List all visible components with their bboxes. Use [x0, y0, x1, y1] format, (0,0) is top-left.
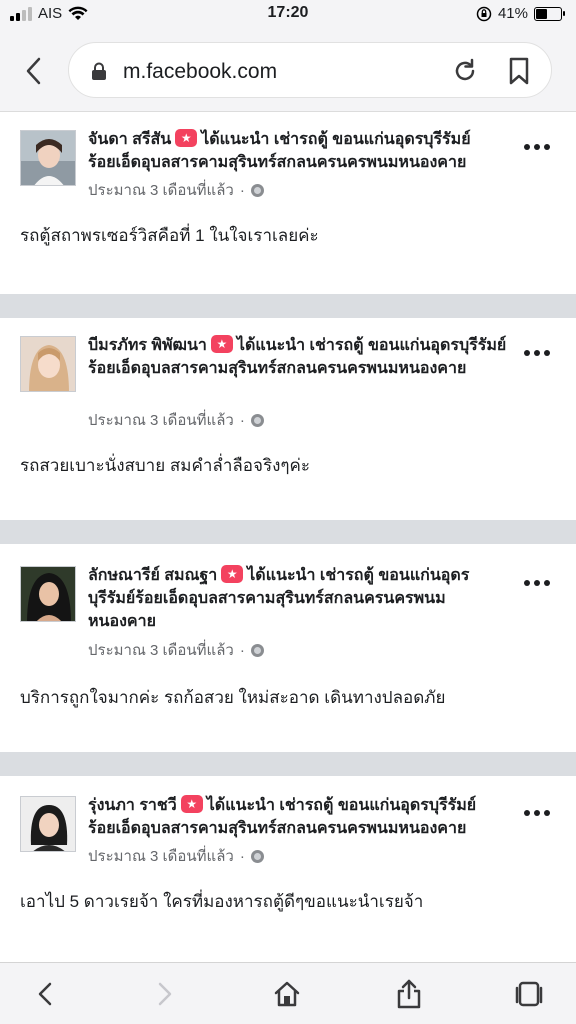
- back-arrow-icon[interactable]: [28, 977, 62, 1011]
- status-bar: AIS 17:20 41%: [0, 0, 576, 30]
- post-body: รถตู้สถาพรเซอร์วิสคือที่ 1 ในใจเราเลยค่ะ: [20, 226, 319, 245]
- post-card: รุ่งนภา ราชวีได้แนะนำ เช่ารถตู้ ขอนแก่นอ…: [0, 776, 576, 962]
- back-chevron-icon[interactable]: [18, 54, 48, 88]
- url-text[interactable]: m.facebook.com: [123, 60, 277, 84]
- post-time[interactable]: ประมาณ 3 เดือนที่แล้ว: [88, 638, 234, 662]
- more-options-icon[interactable]: [524, 580, 550, 586]
- reload-icon[interactable]: [451, 57, 479, 85]
- recommend-icon: [210, 335, 233, 353]
- post-card: ลักษณารีย์ สมณฐาได้แนะนำ เช่ารถตู้ ขอนแก…: [0, 544, 576, 752]
- author-name[interactable]: บีมรภัทร พิพัฒนา: [88, 337, 207, 354]
- post-body: เอาไป 5 ดาวเรยจ้า ใครที่มองหารถตู้ดีๆขอแ…: [20, 892, 424, 911]
- post-time[interactable]: ประมาณ 3 เดือนที่แล้ว: [88, 178, 234, 202]
- post-card: บีมรภัทร พิพัฒนาได้แนะนำ เช่ารถตู้ ขอนแก…: [0, 318, 576, 520]
- post-divider: [0, 294, 576, 318]
- bottom-toolbar: [0, 962, 576, 1024]
- post-header: จันดา สรีสันได้แนะนำ เช่ารถตู้ ขอนแก่นอุ…: [88, 128, 508, 174]
- post-meta: ประมาณ 3 เดือนที่แล้ว ·: [88, 408, 264, 432]
- orientation-lock-icon: [476, 6, 492, 21]
- more-options-icon[interactable]: [524, 144, 550, 150]
- meta-separator: ·: [239, 181, 245, 199]
- more-options-icon[interactable]: [524, 350, 550, 356]
- post-meta: ประมาณ 3 เดือนที่แล้ว ·: [88, 638, 264, 662]
- battery-icon: [534, 6, 565, 21]
- post-body: บริการถูกใจมากค่ะ รถก้อสวย ใหม่สะอาด เดิ…: [20, 688, 446, 707]
- globe-icon: [250, 413, 264, 427]
- author-name[interactable]: รุ่งนภา ราชวี: [88, 797, 177, 814]
- post-meta: ประมาณ 3 เดือนที่แล้ว ·: [88, 178, 264, 202]
- post-card: จันดา สรีสันได้แนะนำ เช่ารถตู้ ขอนแก่นอุ…: [0, 112, 576, 294]
- status-right: 41%: [476, 5, 565, 22]
- avatar[interactable]: [20, 796, 76, 852]
- post-body: รถสวยเบาะนั่งสบาย สมคำล่ำลือจริงๆค่ะ: [20, 456, 311, 475]
- post-time[interactable]: ประมาณ 3 เดือนที่แล้ว: [88, 408, 234, 432]
- address-bar[interactable]: m.facebook.com: [68, 42, 552, 98]
- share-icon[interactable]: [392, 977, 426, 1011]
- globe-icon: [250, 849, 264, 863]
- recommend-icon: [180, 795, 203, 813]
- meta-separator: ·: [239, 641, 245, 659]
- forward-arrow-icon[interactable]: [148, 977, 182, 1011]
- avatar[interactable]: [20, 336, 76, 392]
- tabs-icon[interactable]: [512, 977, 546, 1011]
- meta-separator: ·: [239, 847, 245, 865]
- avatar[interactable]: [20, 130, 76, 186]
- battery-level-fill: [536, 8, 547, 19]
- post-header: ลักษณารีย์ สมณฐาได้แนะนำ เช่ารถตู้ ขอนแก…: [88, 564, 508, 633]
- post-time[interactable]: ประมาณ 3 เดือนที่แล้ว: [88, 844, 234, 868]
- feed: จันดา สรีสันได้แนะนำ เช่ารถตู้ ขอนแก่นอุ…: [0, 112, 576, 962]
- post-divider: [0, 520, 576, 544]
- battery-percent: 41%: [497, 5, 528, 22]
- more-options-icon[interactable]: [524, 810, 550, 816]
- globe-icon: [250, 643, 264, 657]
- avatar[interactable]: [20, 566, 76, 622]
- recommend-icon: [221, 565, 244, 583]
- post-divider: [0, 752, 576, 776]
- author-name[interactable]: จันดา สรีสัน: [88, 131, 171, 148]
- bookmark-icon[interactable]: [507, 57, 531, 85]
- meta-separator: ·: [239, 411, 245, 429]
- lock-icon: [92, 62, 106, 80]
- globe-icon: [250, 183, 264, 197]
- post-header: รุ่งนภา ราชวีได้แนะนำ เช่ารถตู้ ขอนแก่นอ…: [88, 794, 508, 840]
- recommend-icon: [175, 129, 198, 147]
- browser-top-bar: m.facebook.com: [0, 30, 576, 112]
- post-header: บีมรภัทร พิพัฒนาได้แนะนำ เช่ารถตู้ ขอนแก…: [88, 334, 508, 380]
- post-meta: ประมาณ 3 เดือนที่แล้ว ·: [88, 844, 264, 868]
- home-icon[interactable]: [270, 977, 304, 1011]
- author-name[interactable]: ลักษณารีย์ สมณฐา: [88, 567, 217, 584]
